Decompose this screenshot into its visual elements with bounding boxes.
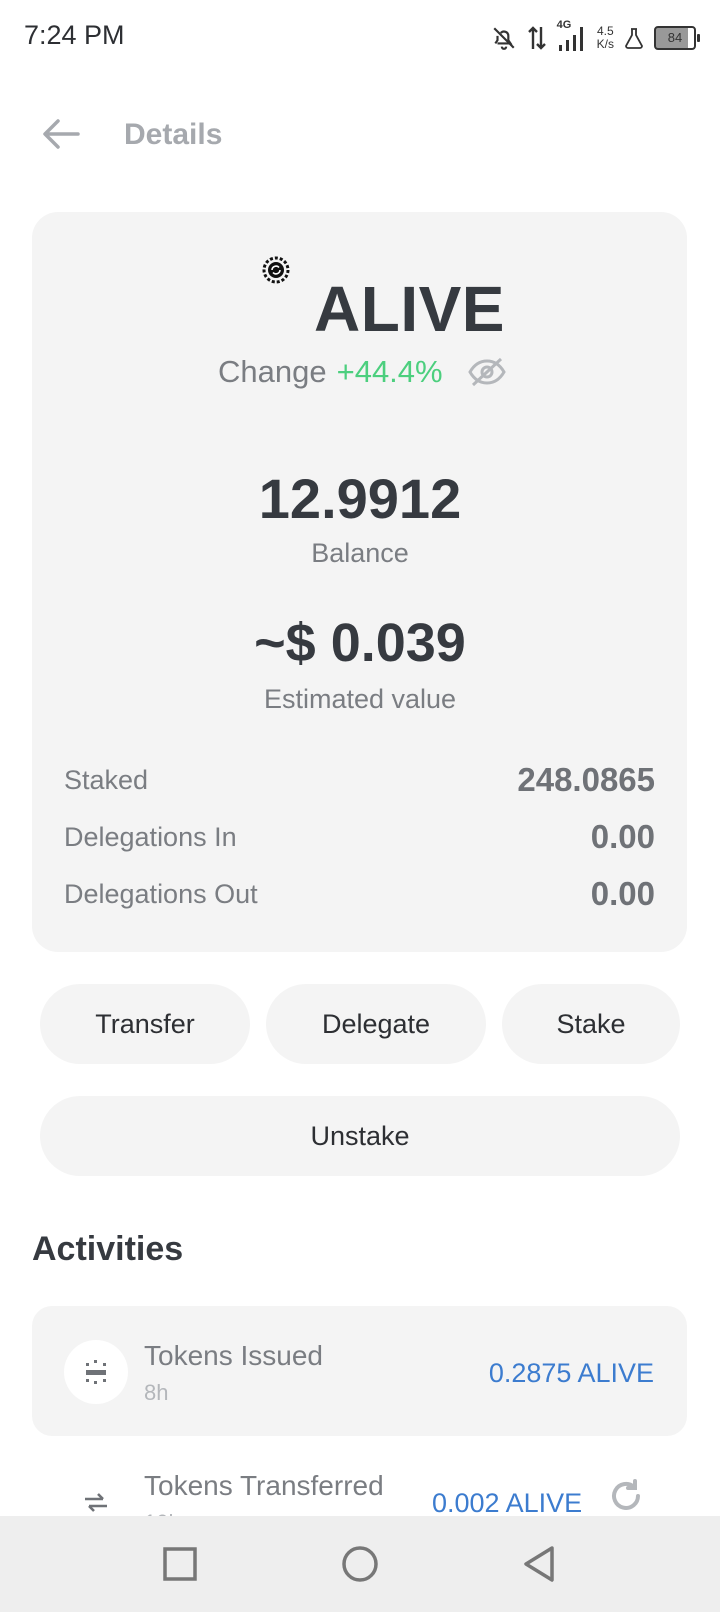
balance-value: 12.9912 [258, 467, 462, 530]
stat-value: 0.00 [590, 818, 655, 855]
system-navigation-bar [0, 1516, 720, 1612]
unstake-button[interactable]: Unstake [40, 1096, 680, 1176]
refresh-icon[interactable] [608, 1478, 644, 1514]
bell-off-icon [493, 27, 515, 50]
activities-title: Activities [32, 1230, 184, 1268]
stat-value: 0.00 [590, 875, 655, 912]
network-speed: 4.5 K/s [597, 25, 614, 51]
activity-time: 8h [144, 1380, 169, 1405]
change-value: +44.4% [336, 354, 443, 389]
change-label: Change [218, 354, 327, 389]
back-triangle-icon[interactable] [518, 1542, 562, 1586]
recent-apps-icon[interactable] [158, 1542, 202, 1586]
activity-title: Tokens Issued [144, 1340, 323, 1371]
change-row: Change +44.4% [218, 354, 507, 390]
balance-label: Balance [311, 538, 409, 568]
estimated-label: Estimated value [263, 684, 457, 714]
signal-icon: 4G [557, 19, 587, 53]
delegate-button[interactable]: Delegate [266, 984, 486, 1064]
status-bar: 7:24 PM 4G 4.5 K/s 84 [0, 0, 720, 74]
home-circle-icon[interactable] [338, 1542, 382, 1586]
speed-unit: K/s [596, 37, 614, 51]
stat-label: Delegations In [64, 821, 237, 852]
transfer-button[interactable]: Transfer [40, 984, 250, 1064]
activity-amount: 0.002 ALIVE [432, 1488, 583, 1518]
page-title: Details [124, 118, 223, 151]
activity-title: Tokens Transferred [144, 1470, 384, 1501]
token-logo-icon [262, 256, 290, 284]
stat-row-delegations-in: Delegations In 0.00 [64, 817, 655, 857]
status-time: 7:24 PM [24, 20, 125, 50]
stat-row-staked: Staked 248.0865 [64, 760, 655, 800]
activity-amount: 0.2875 ALIVE [488, 1358, 654, 1388]
stat-label: Staked [64, 764, 149, 795]
stat-row-delegations-out: Delegations Out 0.00 [64, 874, 655, 914]
data-transfer-icon [527, 26, 546, 50]
token-name: ALIVE [314, 273, 505, 345]
battery-icon: 84 [654, 26, 700, 50]
back-arrow-icon[interactable] [36, 110, 88, 162]
stat-label: Delegations Out [64, 878, 258, 909]
estimated-value: ~$ 0.039 [254, 613, 466, 673]
token-issue-icon [64, 1340, 128, 1404]
status-icons: 4G 4.5 K/s 84 [491, 18, 700, 58]
eye-off-icon[interactable] [467, 356, 507, 388]
stake-button[interactable]: Stake [502, 984, 680, 1064]
flask-icon [625, 28, 643, 49]
stat-value: 248.0865 [517, 761, 655, 798]
